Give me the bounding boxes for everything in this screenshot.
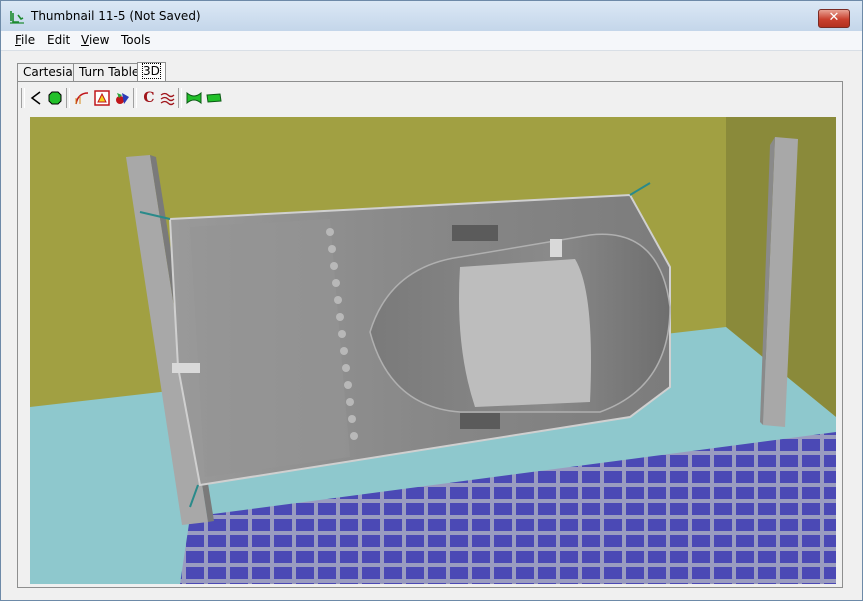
toolbar-button-waves[interactable] <box>158 89 176 107</box>
green-pipe-icon <box>186 91 202 105</box>
menu-tools[interactable]: Tools <box>121 33 151 47</box>
3d-viewport[interactable] <box>30 117 836 584</box>
toolbar-button-c[interactable]: C <box>140 89 158 107</box>
toolbar-button-back[interactable] <box>27 89 45 107</box>
tab-3d-label: 3D <box>142 63 161 79</box>
toolbar-button-pipe[interactable] <box>185 89 203 107</box>
bottom-bracket <box>460 413 500 429</box>
3d-scene[interactable] <box>30 117 836 584</box>
toolbar-button-tube[interactable] <box>205 89 223 107</box>
tab-turn-table-label: Turn Table <box>79 65 140 79</box>
menu-bar: File Edit View Tools <box>1 31 862 51</box>
triangle-left-icon <box>30 91 41 105</box>
tab-panel-3d: C <box>17 81 843 588</box>
title-bar[interactable]: Thumbnail 11-5 (Not Saved) ✕ <box>1 1 862 31</box>
app-logo-icon <box>10 11 24 24</box>
toolbar-button-warning[interactable] <box>93 89 111 107</box>
top-clamp <box>550 239 562 257</box>
wave-lines-icon <box>160 92 175 106</box>
warning-triangle-icon <box>94 90 110 106</box>
menu-view-label: iew <box>88 33 110 47</box>
toolbar-button-curve[interactable] <box>73 89 91 107</box>
toolbar-grip[interactable] <box>21 88 25 108</box>
menu-view[interactable]: View <box>81 33 109 47</box>
tab-cartesian-label: Cartesian <box>23 65 81 79</box>
menu-file-label: ile <box>21 33 36 47</box>
tab-3d[interactable]: 3D <box>137 62 166 82</box>
close-icon: ✕ <box>828 10 840 25</box>
part-left-panel <box>190 219 350 477</box>
toolbar-separator-3 <box>178 88 182 108</box>
toolbar-button-shapes[interactable] <box>113 89 131 107</box>
menu-tools-label: Tools <box>121 33 151 47</box>
top-bracket <box>452 225 498 241</box>
left-clamp <box>172 363 200 373</box>
close-button[interactable]: ✕ <box>818 9 850 28</box>
menu-edit[interactable]: Edit <box>47 33 70 47</box>
colored-shapes-icon <box>116 93 129 104</box>
menu-file[interactable]: File <box>15 33 35 47</box>
toolbar-separator <box>66 88 70 108</box>
part-inner-panel <box>459 259 591 407</box>
menu-view-mnemonic: V <box>81 33 89 47</box>
app-window: Thumbnail 11-5 (Not Saved) ✕ File Edit V… <box>0 0 863 601</box>
tab-turn-table[interactable]: Turn Table <box>73 63 146 82</box>
menu-edit-label: Edit <box>47 33 71 47</box>
green-octagon-icon <box>48 91 62 105</box>
client-area: Cartesian Turn Table 3D C <box>9 51 854 592</box>
c-icon: C <box>143 90 155 106</box>
green-tube-icon <box>206 93 222 103</box>
toolbar-button-solid[interactable] <box>46 89 64 107</box>
curve-icon <box>75 92 89 105</box>
toolbar-separator-2 <box>133 88 137 108</box>
window-title: Thumbnail 11-5 (Not Saved) <box>31 9 201 23</box>
